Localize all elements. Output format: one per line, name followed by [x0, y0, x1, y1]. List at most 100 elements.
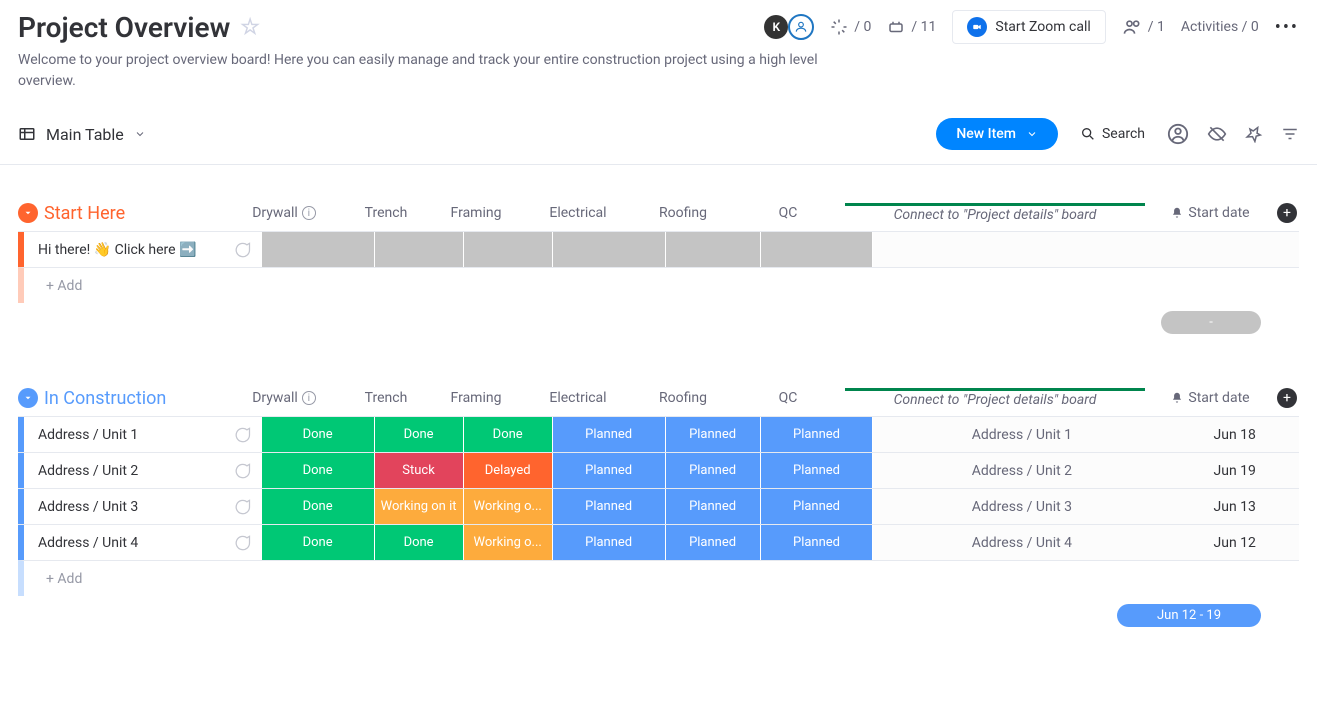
status-cell[interactable]: Planned [761, 525, 874, 560]
status-cell[interactable]: Working o... [464, 489, 553, 524]
group-title[interactable]: In Construction [44, 388, 166, 409]
connect-cell[interactable]: Address / Unit 1 [873, 417, 1170, 452]
status-cell[interactable]: Planned [666, 453, 761, 488]
date-cell[interactable]: Jun 12 [1170, 525, 1299, 560]
column-header-connect[interactable]: Connect to "Project details" board [845, 388, 1145, 408]
status-cell[interactable]: Planned [761, 453, 874, 488]
status-cell[interactable]: Done [262, 417, 375, 452]
date-cell[interactable]: Jun 18 [1170, 417, 1299, 452]
status-cell[interactable]: Planned [553, 525, 666, 560]
collapse-toggle[interactable] [18, 388, 38, 408]
connect-cell[interactable]: Address / Unit 3 [873, 489, 1170, 524]
view-selector[interactable]: Main Table [18, 125, 146, 144]
date-cell[interactable]: Jun 13 [1170, 489, 1299, 524]
status-cell[interactable]: Done [375, 417, 464, 452]
chevron-down-icon [1026, 128, 1038, 140]
chat-icon[interactable] [232, 497, 252, 517]
status-cell[interactable]: Planned [666, 525, 761, 560]
status-cell[interactable]: Done [262, 453, 375, 488]
column-header[interactable]: Framing [431, 203, 521, 223]
add-column-button[interactable]: + [1277, 388, 1297, 408]
connect-cell[interactable]: Address / Unit 2 [873, 453, 1170, 488]
column-header-date[interactable]: Start date [1145, 203, 1275, 223]
new-item-button[interactable]: New Item [936, 118, 1058, 150]
avatar: K [764, 15, 788, 39]
connect-cell[interactable]: Address / Unit 4 [873, 525, 1170, 560]
bell-icon [1170, 206, 1184, 220]
status-cell[interactable]: Done [262, 525, 375, 560]
chat-icon[interactable] [232, 461, 252, 481]
column-header[interactable]: QC [731, 203, 845, 223]
search-icon [1080, 126, 1096, 142]
status-cell[interactable]: Done [375, 525, 464, 560]
filter-icon[interactable] [1281, 125, 1299, 143]
people-icon [1122, 17, 1142, 37]
status-cell[interactable]: Stuck [375, 453, 464, 488]
automation-stat[interactable]: / 0 [830, 18, 871, 36]
status-cell[interactable] [464, 232, 553, 267]
add-item-row[interactable]: + Add [18, 560, 1299, 596]
integration-stat[interactable]: / 11 [887, 18, 936, 36]
column-header[interactable]: Drywall i [227, 203, 341, 223]
status-cell[interactable]: Delayed [464, 453, 553, 488]
activities-link[interactable]: Activities / 0 [1181, 19, 1259, 35]
status-cell[interactable]: Planned [553, 453, 666, 488]
info-icon[interactable]: i [302, 206, 316, 220]
column-header[interactable]: Framing [431, 388, 521, 408]
item-name-cell[interactable]: Address / Unit 4 [18, 525, 262, 560]
collapse-toggle[interactable] [18, 203, 38, 223]
table-icon [18, 125, 36, 143]
status-cell[interactable]: Planned [553, 417, 666, 452]
column-header-connect[interactable]: Connect to "Project details" board [845, 203, 1145, 223]
column-header[interactable]: Roofing [635, 203, 731, 223]
status-cell[interactable]: Planned [761, 489, 874, 524]
chat-icon[interactable] [232, 425, 252, 445]
column-header[interactable]: Roofing [635, 388, 731, 408]
info-icon[interactable]: i [302, 391, 316, 405]
item-name-cell[interactable]: Hi there! 👋 Click here ➡️ [18, 232, 262, 267]
status-cell[interactable]: Planned [666, 417, 761, 452]
item-name: Address / Unit 2 [38, 463, 138, 479]
add-column-button[interactable]: + [1277, 203, 1297, 223]
column-header[interactable]: Trench [341, 203, 431, 223]
item-name-cell[interactable]: Address / Unit 3 [18, 489, 262, 524]
status-cell[interactable] [666, 232, 761, 267]
people-stat[interactable]: / 1 [1122, 17, 1165, 37]
date-summary-pill: - [1161, 311, 1261, 334]
status-cell[interactable]: Planned [666, 489, 761, 524]
column-header[interactable]: QC [731, 388, 845, 408]
column-header[interactable]: Trench [341, 388, 431, 408]
chat-icon[interactable] [232, 240, 252, 260]
connect-cell[interactable] [873, 232, 1170, 267]
favorite-star-icon[interactable]: ☆ [240, 15, 260, 40]
chat-icon[interactable] [232, 533, 252, 553]
status-cell[interactable]: Working on it [375, 489, 464, 524]
status-cell[interactable] [553, 232, 666, 267]
add-item-row[interactable]: + Add [18, 267, 1299, 303]
column-header[interactable]: Electrical [521, 388, 635, 408]
item-name: Address / Unit 1 [38, 427, 138, 443]
search-button[interactable]: Search [1080, 126, 1145, 142]
item-name-cell[interactable]: Address / Unit 2 [18, 453, 262, 488]
status-cell[interactable] [262, 232, 375, 267]
status-cell[interactable] [761, 232, 874, 267]
item-name-cell[interactable]: Address / Unit 1 [18, 417, 262, 452]
pin-icon[interactable] [1245, 125, 1263, 143]
column-header-date[interactable]: Start date [1145, 388, 1275, 408]
start-zoom-button[interactable]: Start Zoom call [952, 10, 1105, 44]
date-cell[interactable] [1170, 232, 1299, 267]
status-cell[interactable]: Done [262, 489, 375, 524]
status-cell[interactable]: Planned [761, 417, 874, 452]
more-menu-icon[interactable]: ••• [1275, 17, 1299, 38]
group-title[interactable]: Start Here [44, 203, 125, 224]
status-cell[interactable]: Done [464, 417, 553, 452]
date-cell[interactable]: Jun 19 [1170, 453, 1299, 488]
status-cell[interactable]: Working o... [464, 525, 553, 560]
status-cell[interactable] [375, 232, 464, 267]
hide-icon[interactable] [1207, 124, 1227, 144]
status-cell[interactable]: Planned [553, 489, 666, 524]
column-header[interactable]: Electrical [521, 203, 635, 223]
person-icon[interactable] [1167, 123, 1189, 145]
avatar-group[interactable]: K [764, 14, 814, 40]
column-header[interactable]: Drywall i [227, 388, 341, 408]
